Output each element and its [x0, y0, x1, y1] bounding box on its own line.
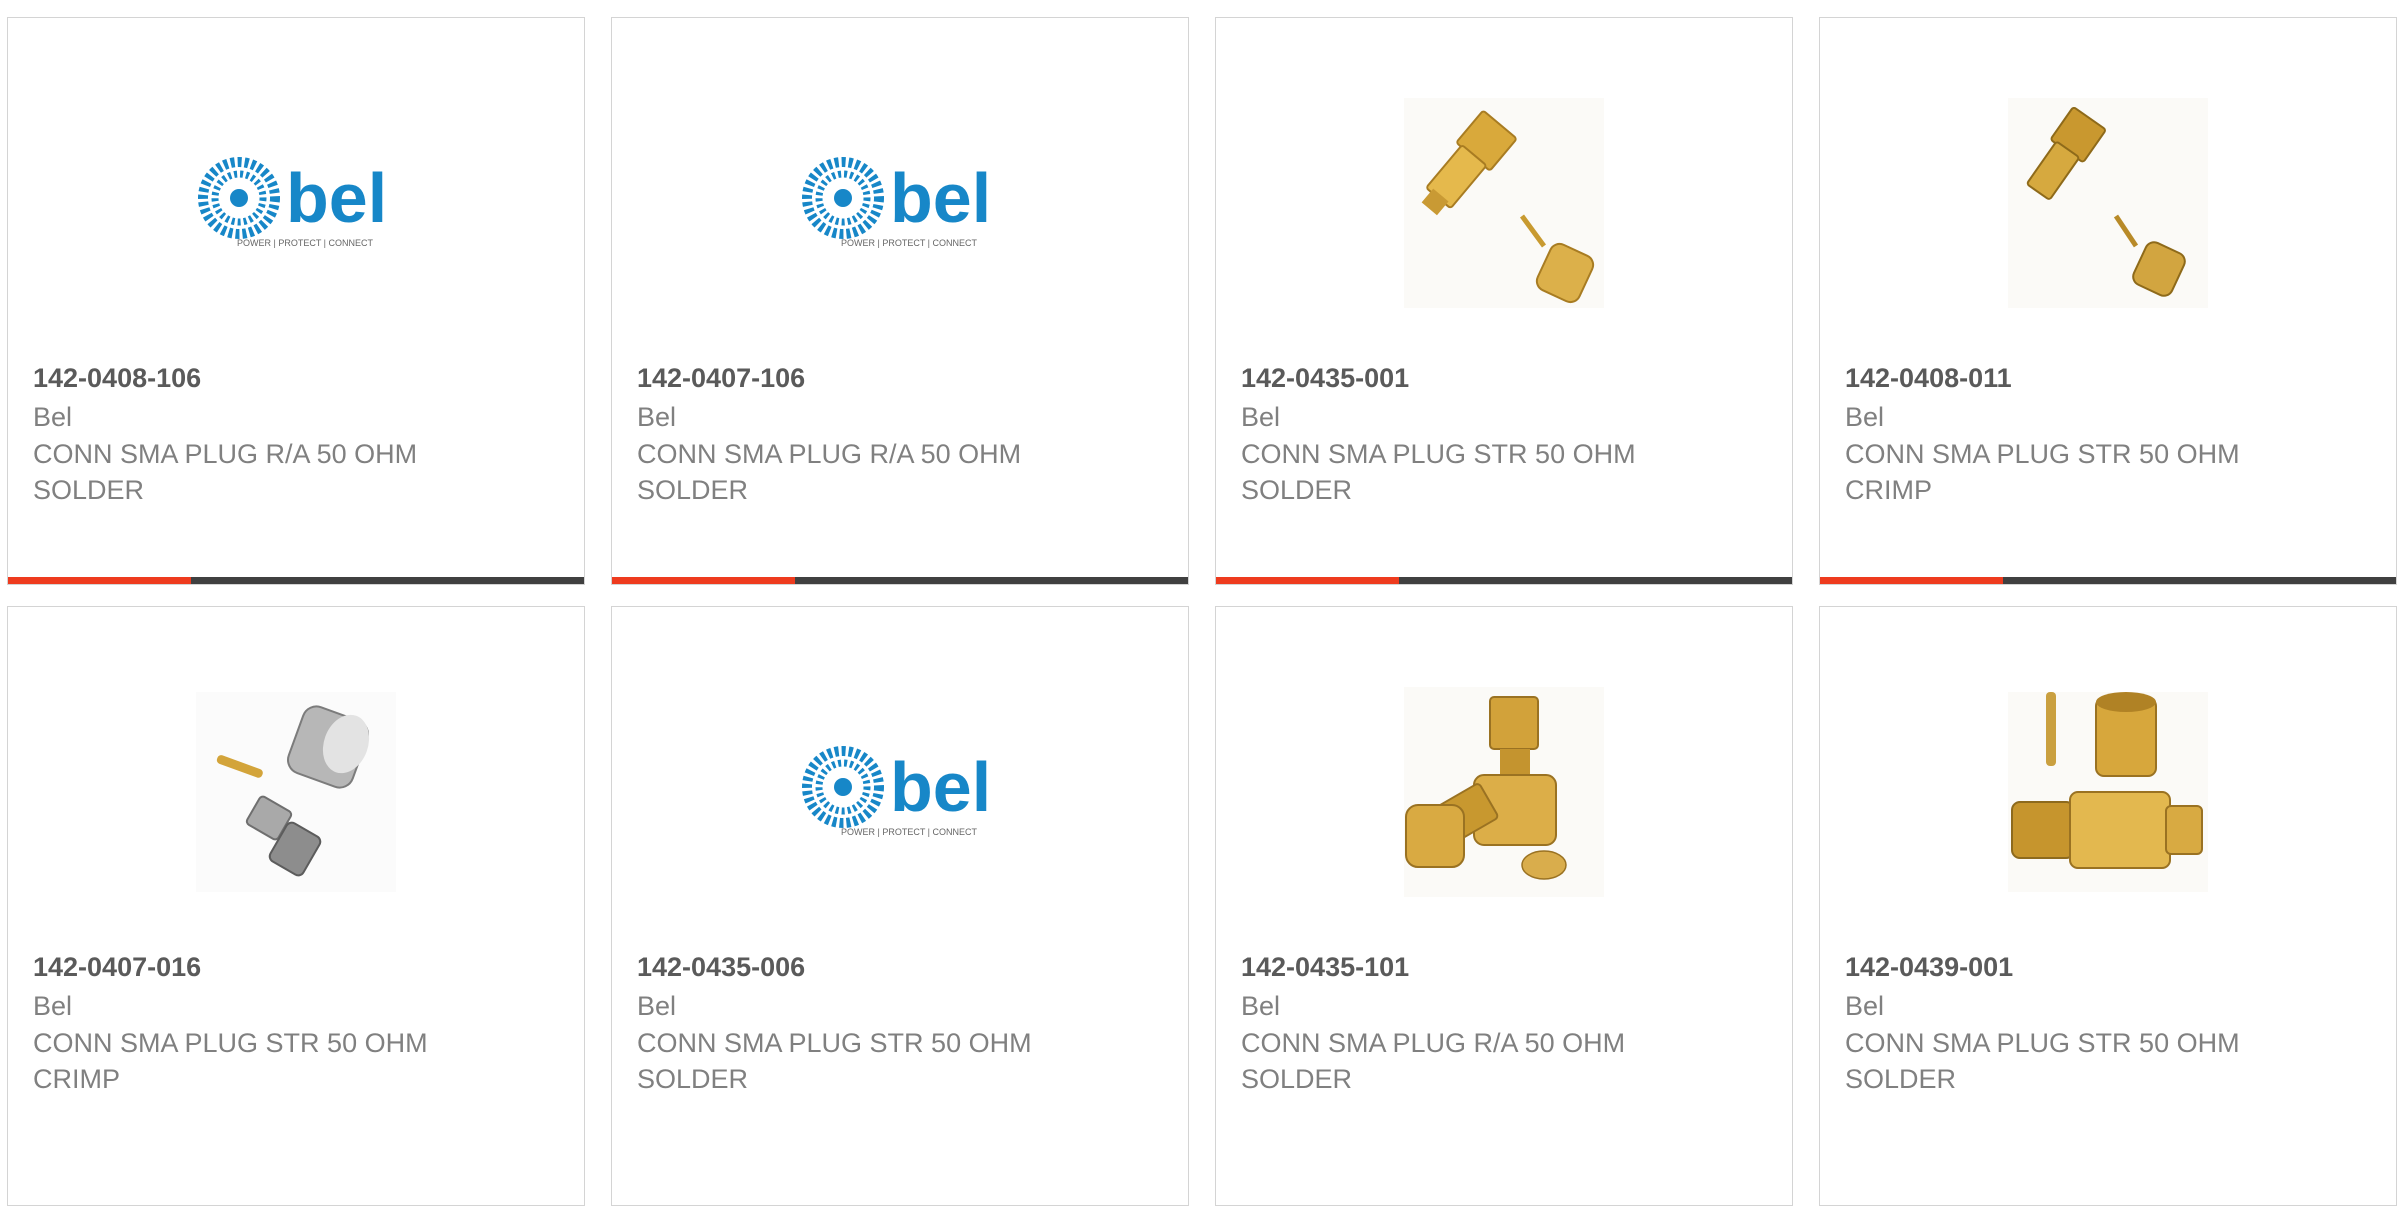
gold-sma-straight-plug-icon	[1404, 98, 1604, 308]
part-number[interactable]: 142-0407-016	[33, 947, 564, 987]
product-card[interactable]: 142-0407-016 Bel CONN SMA PLUG STR 50 OH…	[7, 606, 585, 1206]
product-info: 142-0435-001 Bel CONN SMA PLUG STR 50 OH…	[1241, 358, 1772, 508]
manufacturer: Bel	[33, 402, 73, 432]
product-info: 142-0408-106 Bel CONN SMA PLUG R/A 50 OH…	[33, 358, 564, 508]
gold-sma-right-angle-plug-icon	[1404, 687, 1604, 897]
product-info: 142-0407-016 Bel CONN SMA PLUG STR 50 OH…	[33, 947, 564, 1097]
manufacturer: Bel	[637, 402, 677, 432]
svg-text:bel: bel	[890, 159, 991, 237]
description: CONN SMA PLUG R/A 50 OHM SOLDER	[1241, 1028, 1626, 1094]
product-info: 142-0439-001 Bel CONN SMA PLUG STR 50 OH…	[1845, 947, 2376, 1097]
part-number[interactable]: 142-0435-101	[1241, 947, 1772, 987]
description: CONN SMA PLUG STR 50 OHM SOLDER	[637, 1028, 1032, 1094]
product-card[interactable]: 142-0439-001 Bel CONN SMA PLUG STR 50 OH…	[1819, 606, 2397, 1206]
product-info: 142-0435-101 Bel CONN SMA PLUG R/A 50 OH…	[1241, 947, 1772, 1097]
gold-sma-straight-plug-icon	[2008, 692, 2208, 892]
card-bottom-bar	[1216, 577, 1792, 584]
description: CONN SMA PLUG STR 50 OHM SOLDER	[1241, 439, 1636, 505]
product-image[interactable]: bel POWER | PROTECT | CONNECT	[612, 647, 1188, 937]
description: CONN SMA PLUG STR 50 OHM SOLDER	[1845, 1028, 2240, 1094]
part-number[interactable]: 142-0439-001	[1845, 947, 2376, 987]
product-image[interactable]	[1820, 647, 2396, 937]
svg-text:bel: bel	[890, 748, 991, 826]
description: CONN SMA PLUG STR 50 OHM CRIMP	[1845, 439, 2240, 505]
manufacturer: Bel	[1845, 402, 1885, 432]
card-bottom-bar	[1820, 577, 2396, 584]
product-image[interactable]: bel POWER | PROTECT | CONNECT	[8, 58, 584, 348]
part-number[interactable]: 142-0435-006	[637, 947, 1168, 987]
svg-text:POWER | PROTECT | CONNECT: POWER | PROTECT | CONNECT	[841, 827, 978, 837]
description: CONN SMA PLUG R/A 50 OHM SOLDER	[33, 439, 418, 505]
card-bottom-bar	[612, 577, 1188, 584]
manufacturer: Bel	[1241, 991, 1281, 1021]
product-card[interactable]: 142-0435-101 Bel CONN SMA PLUG R/A 50 OH…	[1215, 606, 1793, 1206]
product-info: 142-0435-006 Bel CONN SMA PLUG STR 50 OH…	[637, 947, 1168, 1097]
bel-logo-icon: bel POWER | PROTECT | CONNECT	[197, 156, 387, 248]
product-image[interactable]	[8, 647, 584, 937]
manufacturer: Bel	[33, 991, 73, 1021]
description: CONN SMA PLUG R/A 50 OHM SOLDER	[637, 439, 1022, 505]
gold-sma-straight-plug-icon	[2008, 98, 2208, 308]
bel-logo-icon: bel POWER | PROTECT | CONNECT	[801, 156, 991, 248]
part-number[interactable]: 142-0408-106	[33, 358, 564, 398]
product-image[interactable]: bel POWER | PROTECT | CONNECT	[612, 58, 1188, 348]
svg-text:bel: bel	[286, 159, 387, 237]
svg-text:POWER | PROTECT | CONNECT: POWER | PROTECT | CONNECT	[841, 238, 978, 248]
manufacturer: Bel	[1241, 402, 1281, 432]
part-number[interactable]: 142-0435-001	[1241, 358, 1772, 398]
manufacturer: Bel	[637, 991, 677, 1021]
product-card[interactable]: bel POWER | PROTECT | CONNECT 142-0435-0…	[611, 606, 1189, 1206]
product-image[interactable]	[1216, 647, 1792, 937]
part-number[interactable]: 142-0408-011	[1845, 358, 2376, 398]
product-card[interactable]: 142-0408-011 Bel CONN SMA PLUG STR 50 OH…	[1819, 17, 2397, 585]
card-bottom-bar	[8, 577, 584, 584]
description: CONN SMA PLUG STR 50 OHM CRIMP	[33, 1028, 428, 1094]
part-number[interactable]: 142-0407-106	[637, 358, 1168, 398]
product-info: 142-0407-106 Bel CONN SMA PLUG R/A 50 OH…	[637, 358, 1168, 508]
product-image[interactable]	[1216, 58, 1792, 348]
silver-sma-crimp-plug-icon	[196, 692, 396, 892]
product-card[interactable]: bel POWER | PROTECT | CONNECT 142-0407-1…	[611, 17, 1189, 585]
svg-text:POWER | PROTECT | CONNECT: POWER | PROTECT | CONNECT	[237, 238, 374, 248]
bel-logo-icon: bel POWER | PROTECT | CONNECT	[801, 745, 991, 837]
product-info: 142-0408-011 Bel CONN SMA PLUG STR 50 OH…	[1845, 358, 2376, 508]
manufacturer: Bel	[1845, 991, 1885, 1021]
product-grid: bel POWER | PROTECT | CONNECT 142-0408-1…	[0, 0, 2400, 1206]
product-image[interactable]	[1820, 58, 2396, 348]
product-card[interactable]: bel POWER | PROTECT | CONNECT 142-0408-1…	[7, 17, 585, 585]
product-card[interactable]: 142-0435-001 Bel CONN SMA PLUG STR 50 OH…	[1215, 17, 1793, 585]
